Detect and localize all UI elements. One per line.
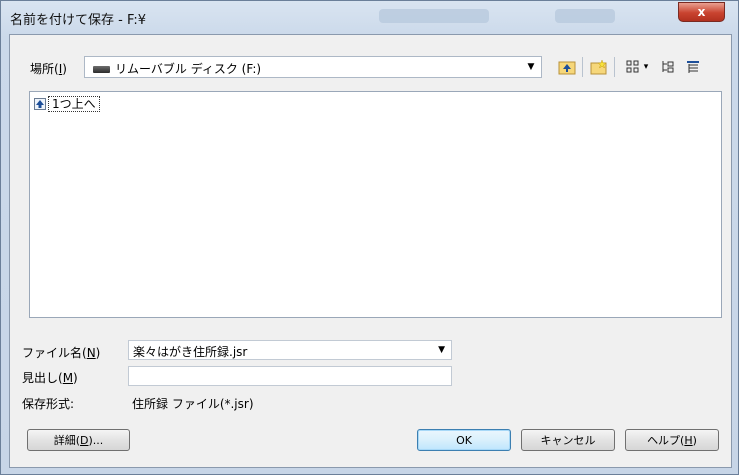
filename-input[interactable]: 楽々はがき住所録.jsr ▼ bbox=[128, 340, 452, 360]
toolbar-separator bbox=[582, 57, 583, 77]
chevron-down-icon[interactable]: ▼ bbox=[438, 345, 445, 355]
toolbar-separator bbox=[614, 57, 615, 77]
save-dialog: 名前を付けて保存 - F:¥ x 場所(I) リムーバブル ディスク (F:) … bbox=[0, 0, 739, 475]
cancel-button[interactable]: キャンセル bbox=[521, 429, 615, 451]
location-label: 場所(I) bbox=[30, 62, 67, 76]
background-window-blur bbox=[379, 9, 489, 23]
close-button[interactable]: x bbox=[678, 2, 725, 22]
heading-label: 見出し(M) bbox=[22, 371, 78, 385]
dialog-body: 場所(I) リムーバブル ディスク (F:) ▼ ▾ 1つ上へ ファイル名(N)… bbox=[9, 34, 732, 468]
tree-icon[interactable] bbox=[657, 57, 679, 77]
format-label: 保存形式: bbox=[22, 397, 75, 411]
file-list[interactable]: 1つ上へ bbox=[29, 91, 722, 318]
help-button[interactable]: ヘルプ(H) bbox=[625, 429, 719, 451]
filename-label: ファイル名(N) bbox=[22, 346, 101, 360]
window-title: 名前を付けて保存 - F:¥ bbox=[10, 13, 147, 28]
details-icon[interactable] bbox=[682, 57, 704, 77]
up-folder-icon bbox=[34, 97, 46, 110]
details-button[interactable]: 詳細(D)... bbox=[27, 429, 130, 451]
view-menu-icon[interactable]: ▾ bbox=[622, 57, 652, 77]
location-dropdown[interactable]: リムーバブル ディスク (F:) ▼ bbox=[84, 56, 542, 78]
up-folder-icon[interactable] bbox=[556, 57, 578, 77]
title-bar[interactable]: 名前を付けて保存 - F:¥ x bbox=[1, 1, 738, 35]
heading-input[interactable] bbox=[128, 366, 452, 386]
filename-value: 楽々はがき住所録.jsr bbox=[133, 345, 248, 359]
location-value: リムーバブル ディスク (F:) bbox=[115, 62, 262, 76]
list-item-label: 1つ上へ bbox=[48, 95, 100, 112]
close-icon: x bbox=[697, 5, 706, 19]
new-folder-icon[interactable] bbox=[588, 57, 610, 77]
format-value: 住所録 ファイル(*.jsr) bbox=[132, 397, 254, 411]
background-window-blur bbox=[555, 9, 615, 23]
ok-button[interactable]: OK bbox=[417, 429, 511, 451]
chevron-down-icon[interactable]: ▼ bbox=[525, 60, 537, 74]
chevron-down-icon: ▾ bbox=[643, 62, 649, 72]
removable-drive-icon bbox=[93, 66, 110, 73]
list-item-parent-folder[interactable]: 1つ上へ bbox=[34, 95, 100, 112]
